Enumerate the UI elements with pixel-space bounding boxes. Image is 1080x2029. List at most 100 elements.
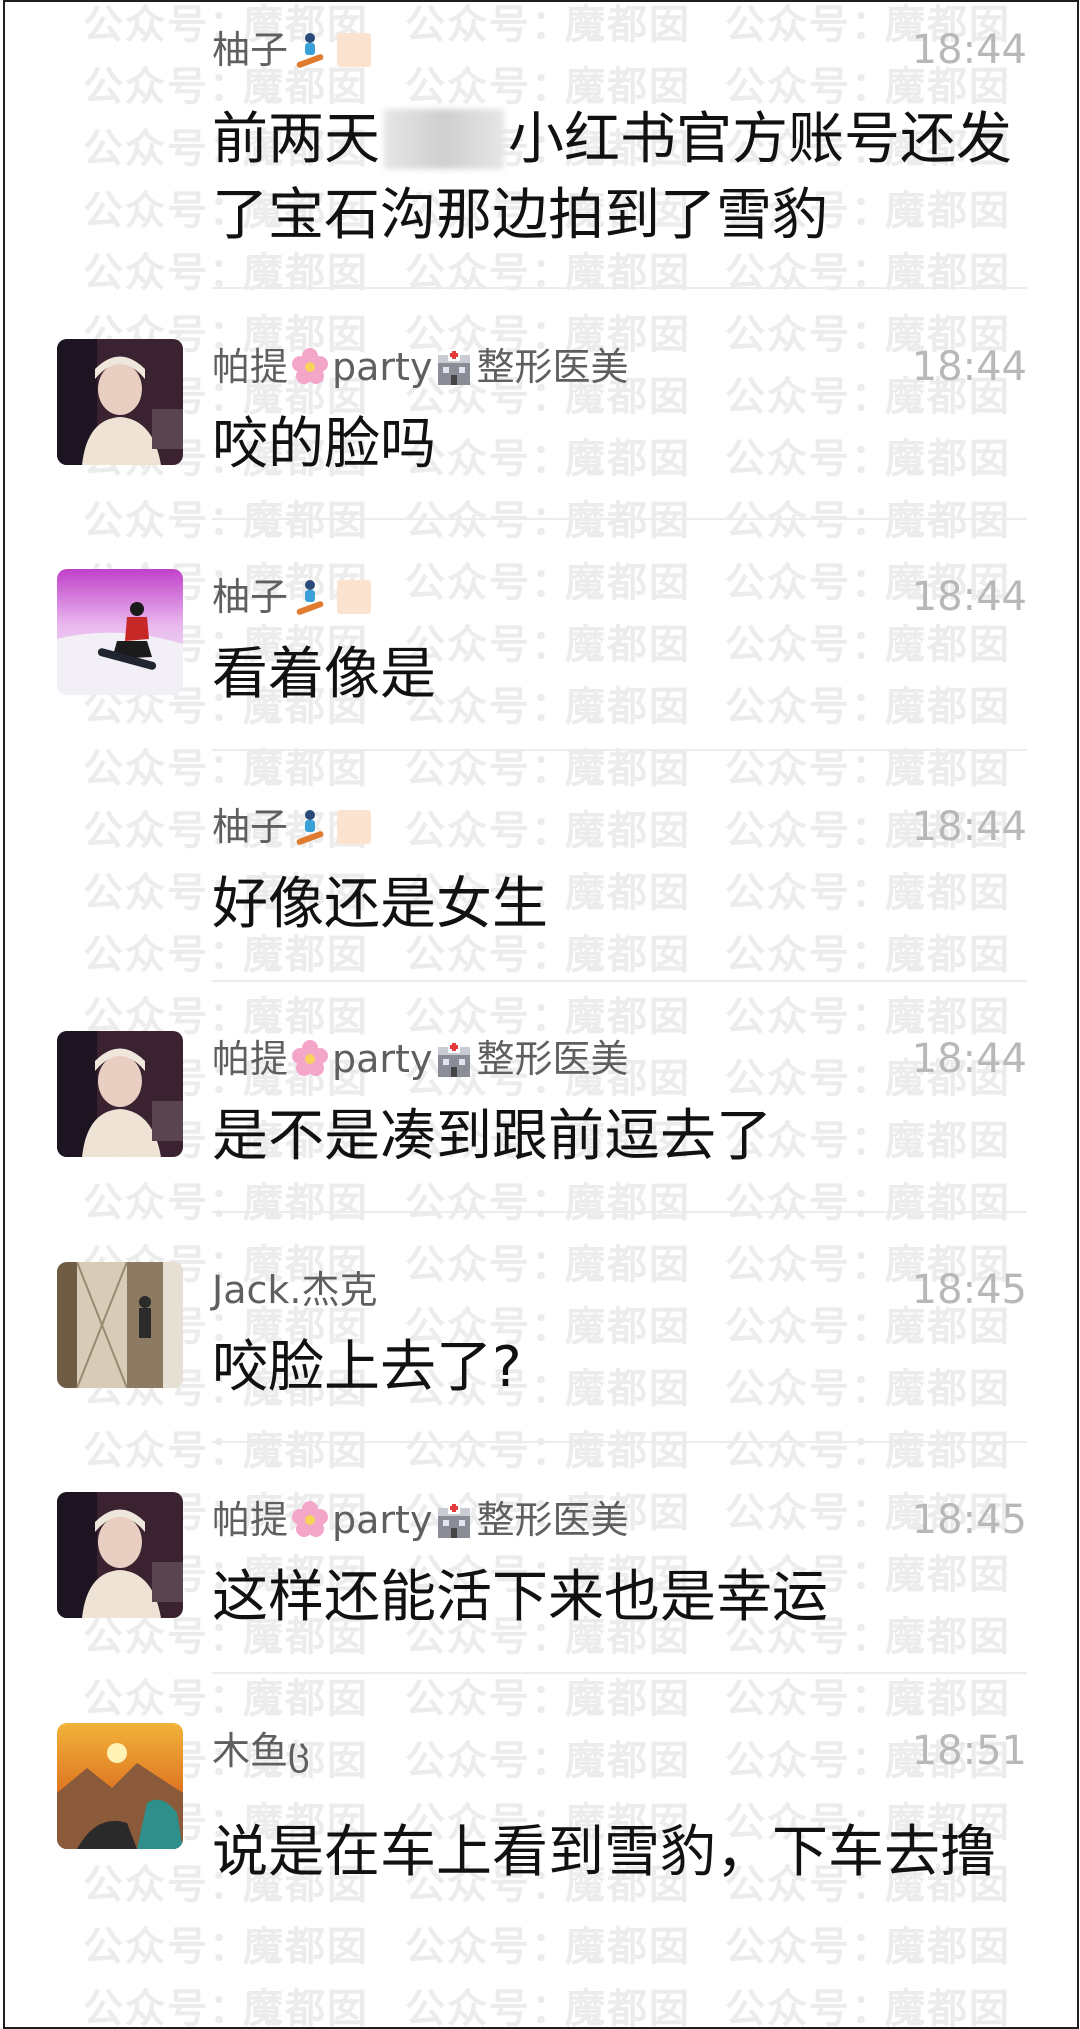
watermark-text: 公众号：: [725, 498, 893, 544]
divider: [212, 518, 1027, 520]
watermark-text: 魔都囡: [565, 1676, 691, 1722]
watermark-text: 公众号：: [725, 1056, 893, 1102]
watermark-text: 魔都囡: [243, 1924, 369, 1970]
snowboarder-emoji-icon: [290, 577, 330, 617]
watermark-text: 公众号：: [405, 498, 573, 544]
watermark-text: 魔都囡: [565, 2, 691, 48]
message-time: 18:44: [911, 1036, 1027, 1082]
watermark-text: 公众号：: [83, 1924, 251, 1970]
watermark-text: 魔都囡: [565, 1428, 691, 1474]
watermark-text: 公众号：: [405, 1676, 573, 1722]
sender-name: 帕提 party 整形医美: [212, 345, 629, 389]
watermark-text: 魔都囡: [565, 560, 691, 606]
avatar-mountain-sunset-photo[interactable]: [57, 1723, 183, 1849]
watermark-text: 魔都囡: [885, 1924, 1011, 1970]
snowboarder-emoji-icon: [290, 807, 330, 847]
watermark-text: 魔都囡: [565, 1924, 691, 1970]
watermark-text: 公众号：: [725, 1428, 893, 1474]
message-text: 是不是凑到跟前逗去了: [212, 1104, 772, 1169]
sender-name: Jack.杰克: [212, 1268, 378, 1312]
watermark-text: 公众号：: [725, 312, 893, 358]
hospital-emoji-icon: [434, 347, 474, 387]
redacted-blur: [384, 108, 504, 169]
watermark-text: 魔都囡: [565, 746, 691, 792]
watermark-text: 公众号：: [725, 2, 893, 48]
watermark-text: 魔都囡: [885, 1180, 1011, 1226]
watermark-text: 公众号：: [405, 808, 573, 854]
flower-emoji-icon: [290, 1039, 330, 1079]
watermark-text: 公众号：: [725, 746, 893, 792]
watermark-text: 魔都囡: [243, 498, 369, 544]
watermark-text: 魔都囡: [565, 1738, 691, 1784]
message-time: 18:44: [911, 574, 1027, 620]
watermark-text: 公众号：: [725, 560, 893, 606]
avatar-woman-portrait[interactable]: [57, 1031, 183, 1157]
hospital-emoji-icon: [434, 1500, 474, 1540]
message-text: 好像还是女生: [212, 872, 548, 937]
hospital-emoji-icon: [434, 1039, 474, 1079]
divider: [212, 749, 1027, 751]
message-text: 咬脸上去了?: [212, 1335, 522, 1400]
watermark-text: 魔都囡: [243, 1986, 369, 2029]
watermark-text: 魔都囡: [243, 1428, 369, 1474]
chat-screenshot: 公众号： 魔都囡 公众号： 魔都囡 公众号： 魔都囡 公众号： 魔都囡 公众号： 魔都囡 公众号：魔…: [3, 0, 1079, 2029]
sender-name: 柚子: [212, 799, 376, 855]
sender-name: 帕提 party 整形医美: [212, 1037, 629, 1081]
divider: [212, 980, 1027, 982]
divider: [212, 1211, 1027, 1213]
watermark-text: 魔都囡: [565, 498, 691, 544]
watermark-text: 公众号：: [83, 1676, 251, 1722]
message-time: 18:45: [911, 1267, 1027, 1313]
avatar-mirror-room-photo[interactable]: [57, 1262, 183, 1388]
flower-emoji-icon: [290, 347, 330, 387]
message-time: 18:51: [911, 1728, 1027, 1774]
snowboarder-emoji-icon: [290, 30, 330, 70]
watermark-text: 公众号：: [405, 560, 573, 606]
avatar-woman-portrait[interactable]: [57, 1492, 183, 1618]
peach-square-emoji-icon: [334, 30, 374, 70]
watermark-text: 公众号：: [405, 1986, 573, 2029]
watermark-text: 魔都囡: [243, 1676, 369, 1722]
watermark-text: 公众号：: [725, 994, 893, 1040]
message-time: 18:44: [911, 344, 1027, 390]
message-text: 说是在车上看到雪豹，下车去撸: [212, 1820, 996, 1885]
watermark-text: 公众号：: [83, 746, 251, 792]
watermark-text: 公众号：: [405, 1738, 573, 1784]
message-text: 前两天 小红书官方账号还发了宝石沟那边拍到了雪豹: [212, 107, 1012, 248]
message-time: 18:44: [911, 27, 1027, 73]
avatar-woman-portrait[interactable]: [57, 339, 183, 465]
watermark-text: 魔都囡: [565, 1242, 691, 1288]
peach-square-emoji-icon: [334, 577, 374, 617]
message-text: 看着像是: [212, 642, 436, 707]
sender-name: 柚子: [212, 22, 376, 78]
flower-emoji-icon: [290, 1500, 330, 1540]
watermark-text: 公众号：: [725, 1738, 893, 1784]
watermark-text: 公众号：: [725, 1242, 893, 1288]
watermark-text: 公众号：: [83, 498, 251, 544]
sender-name: 帕提 party 整形医美: [212, 1498, 629, 1542]
watermark-text: 魔都囡: [885, 498, 1011, 544]
watermark-text: 公众号：: [405, 1180, 573, 1226]
watermark-text: 公众号：: [405, 1428, 573, 1474]
watermark-text: 魔都囡: [565, 1986, 691, 2029]
avatar-snowboard-photo[interactable]: [57, 569, 183, 695]
watermark-text: 公众号：: [405, 1242, 573, 1288]
watermark-text: 魔都囡: [565, 808, 691, 854]
message-time: 18:44: [911, 804, 1027, 850]
message-text: 这样还能活下来也是幸运: [212, 1565, 828, 1630]
watermark-text: 公众号：: [83, 1180, 251, 1226]
message-text: 咬的脸吗: [212, 412, 436, 477]
watermark-text: 公众号：: [725, 1924, 893, 1970]
watermark-text: 公众号：: [725, 1986, 893, 2029]
watermark-text: 魔都囡: [885, 1676, 1011, 1722]
divider: [212, 1441, 1027, 1443]
sender-name: 木鱼ც: [212, 1729, 310, 1773]
watermark-text: 魔都囡: [885, 746, 1011, 792]
watermark-text: 公众号：: [725, 1676, 893, 1722]
watermark-text: 魔都囡: [243, 746, 369, 792]
watermark-text: 魔都囡: [885, 1428, 1011, 1474]
message-time: 18:45: [911, 1497, 1027, 1543]
watermark-text: 公众号：: [405, 1924, 573, 1970]
sender-name: 柚子: [212, 569, 376, 625]
peach-square-emoji-icon: [334, 807, 374, 847]
